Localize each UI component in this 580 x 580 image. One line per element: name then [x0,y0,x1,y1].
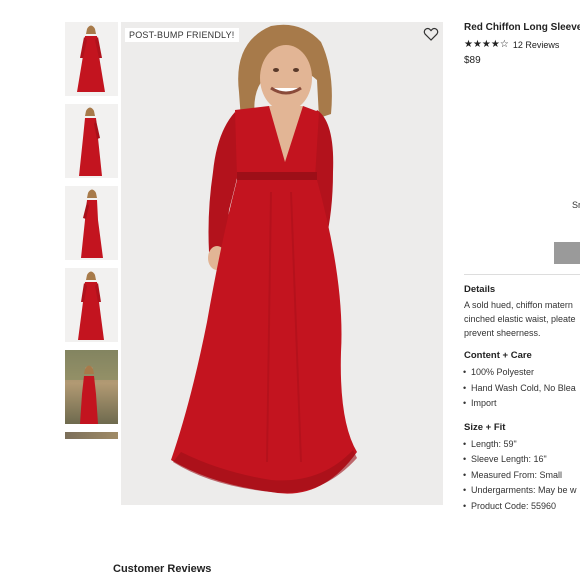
thumbnail-4[interactable] [65,268,118,342]
heart-icon[interactable] [423,26,439,42]
product-info: Red Chiffon Long Sleeve ★★★★☆ 12 Reviews… [464,22,580,66]
truncated-header-text [64,0,424,5]
add-to-bag-button[interactable] [554,242,580,264]
details-line: prevent sheerness. [464,328,541,338]
model-dress-illustration [121,22,443,505]
product-title: Red Chiffon Long Sleeve [464,22,580,33]
list-item: Import [463,396,580,412]
customer-reviews-heading: Customer Reviews [113,563,212,575]
reviews-link[interactable]: 12 Reviews [513,40,560,50]
content-care-heading: Content + Care [464,350,532,361]
thumbnail-5[interactable] [65,350,118,424]
list-item: 100% Polyester [463,365,580,381]
promo-badge: POST-BUMP FRIENDLY! [125,28,239,42]
thumbnail-6[interactable] [65,432,118,439]
rating-row[interactable]: ★★★★☆ 12 Reviews [464,39,580,50]
content-care-list: 100% Polyester Hand Wash Cold, No Blea I… [463,365,580,412]
list-item: Sleeve Length: 16" [463,452,580,468]
main-product-image: POST-BUMP FRIENDLY! [121,22,443,505]
details-line: A sold hued, chiffon matern [464,300,573,310]
list-item: Undergarments: May be w [463,483,580,499]
list-item: Length: 59" [463,437,580,453]
thumbnail-3[interactable] [65,186,118,260]
details-heading: Details [464,284,496,295]
size-fit-heading: Size + Fit [464,421,506,433]
thumbnail-gallery [65,22,118,447]
list-item: Product Code: 55960 [463,499,580,515]
star-rating-icon: ★★★★☆ [464,39,509,50]
product-details: Details A sold hued, chiffon matern cinc… [463,283,580,515]
thumbnail-1[interactable] [65,22,118,96]
divider [464,274,580,275]
list-item: Measured From: Small [463,468,580,484]
list-item: Hand Wash Cold, No Blea [463,381,580,397]
size-fit-list: Length: 59" Sleeve Length: 16" Measured … [463,437,580,515]
thumbnail-2[interactable] [65,104,118,178]
details-line: cinched elastic waist, pleate [464,314,576,324]
product-price: $89 [464,55,481,66]
size-selector-partial[interactable]: Sr [572,200,580,210]
